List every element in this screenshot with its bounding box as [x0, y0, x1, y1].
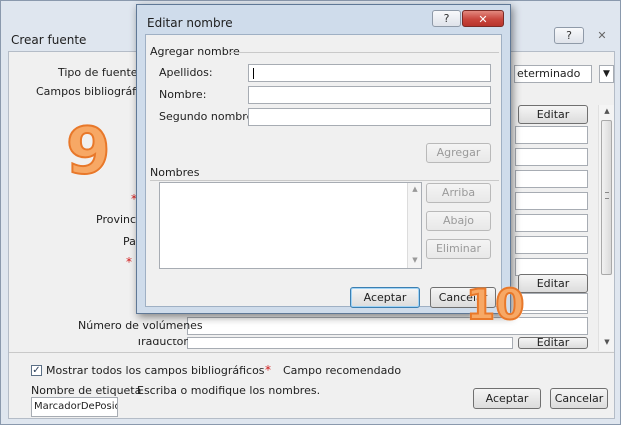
field-stub[interactable]: [515, 293, 588, 311]
help-button[interactable]: ?: [554, 27, 584, 44]
name-label: Nombre:: [159, 88, 207, 101]
create-source-cancel-button[interactable]: Cancelar: [550, 388, 608, 409]
step-annotation-9: 9: [65, 115, 112, 189]
edit-translator-button-label: Editar: [536, 337, 570, 349]
grip-icon: [605, 192, 609, 199]
show-all-label[interactable]: Mostrar todos los campos bibliográficos: [46, 364, 265, 377]
language-select-value: eterminado: [517, 67, 581, 80]
add-button-label: Agregar: [436, 146, 481, 159]
show-all-checkbox[interactable]: ✓: [31, 365, 42, 376]
language-select-field[interactable]: eterminado: [514, 65, 592, 83]
surname-label: Apellidos:: [159, 66, 213, 79]
field-stub[interactable]: [515, 170, 588, 188]
surname-input[interactable]: [248, 64, 491, 82]
scroll-down-icon[interactable]: ▼: [408, 256, 422, 264]
scrollbar-thumb[interactable]: [601, 120, 612, 275]
edit-author-button-label: Editar: [536, 108, 570, 121]
volumes-field[interactable]: [187, 317, 588, 335]
delete-button[interactable]: Eliminar: [426, 239, 491, 259]
names-list-scrollbar[interactable]: ▲ ▼: [407, 183, 421, 268]
field-stub[interactable]: [515, 192, 588, 210]
tag-name-label: Nombre de etiqueta: [31, 384, 142, 397]
volumes-label: Número de volúmenes: [78, 319, 203, 332]
country-field[interactable]: [515, 236, 588, 254]
recommended-star: *: [126, 255, 132, 269]
close-button[interactable]: ✕: [591, 27, 613, 44]
translator-label: Traductor: [136, 339, 188, 348]
edit-name-help-button[interactable]: ?: [432, 10, 461, 27]
field-stub[interactable]: [515, 126, 588, 144]
language-select[interactable]: eterminado: [514, 65, 594, 83]
help-icon: ?: [566, 29, 572, 42]
help-icon: ?: [443, 12, 450, 25]
add-button[interactable]: Agregar: [426, 143, 491, 163]
checkmark-icon: ✓: [32, 365, 41, 376]
edit-editor-button-label: Editar: [536, 277, 570, 290]
create-source-cancel-label: Cancelar: [554, 392, 604, 405]
add-name-group-line: [228, 52, 499, 53]
move-down-button[interactable]: Abajo: [426, 211, 491, 231]
create-source-ok-label: Aceptar: [485, 392, 529, 405]
edit-author-button[interactable]: Editar: [518, 105, 588, 124]
text-cursor: [253, 68, 254, 79]
scroll-up-icon[interactable]: ▲: [408, 185, 422, 193]
field-stub[interactable]: [515, 148, 588, 166]
edit-editor-button[interactable]: Editar: [518, 274, 588, 293]
move-up-label: Arriba: [441, 186, 476, 199]
edit-name-title: Editar nombre: [147, 16, 233, 30]
edit-name-body: Agregar nombre Apellidos: Nombre: Segund…: [145, 34, 502, 308]
move-down-label: Abajo: [442, 214, 475, 227]
scroll-down-icon[interactable]: ▼: [599, 338, 615, 348]
add-name-group-label: Agregar nombre: [150, 45, 240, 58]
edit-translator-button[interactable]: Editar: [518, 337, 588, 349]
edit-name-dialog: Editar nombre ? ✕ Agregar nombre Apellid…: [136, 4, 511, 314]
step-annotation-10: 10: [465, 280, 525, 329]
translator-field[interactable]: [187, 337, 513, 349]
fields-scrollbar[interactable]: ▲ ▼: [598, 105, 614, 351]
language-dropdown-button[interactable]: ▼: [599, 65, 614, 83]
create-source-title: Crear fuente: [11, 33, 87, 47]
recommended-legend-star: *: [265, 363, 271, 377]
names-group-label: Nombres: [150, 166, 200, 179]
close-icon: ✕: [478, 13, 488, 26]
name-input[interactable]: [248, 86, 491, 104]
tag-name-value: MarcadorDePosicio: [34, 401, 117, 412]
scroll-up-icon[interactable]: ▲: [599, 107, 615, 117]
edit-name-close-button[interactable]: ✕: [462, 10, 504, 27]
edit-name-ok-label: Aceptar: [363, 291, 407, 304]
delete-label: Eliminar: [435, 242, 482, 255]
close-icon: ✕: [597, 29, 607, 42]
recommended-legend-label: Campo recomendado: [283, 364, 402, 377]
middle-name-input[interactable]: [248, 108, 491, 126]
move-up-button[interactable]: Arriba: [426, 183, 491, 203]
bottom-divider: [9, 352, 614, 353]
middle-name-label: Segundo nombre:: [159, 110, 258, 123]
tag-name-input[interactable]: MarcadorDePosicio: [31, 397, 118, 417]
edit-name-ok-button[interactable]: Aceptar: [350, 287, 420, 308]
chevron-down-icon: ▼: [603, 69, 610, 79]
create-source-ok-button[interactable]: Aceptar: [473, 388, 541, 409]
names-group-line: [150, 180, 499, 181]
names-list[interactable]: ▲ ▼: [159, 182, 422, 269]
tag-name-hint: Escriba o modifique los nombres.: [137, 384, 321, 397]
province-field[interactable]: [515, 214, 588, 232]
